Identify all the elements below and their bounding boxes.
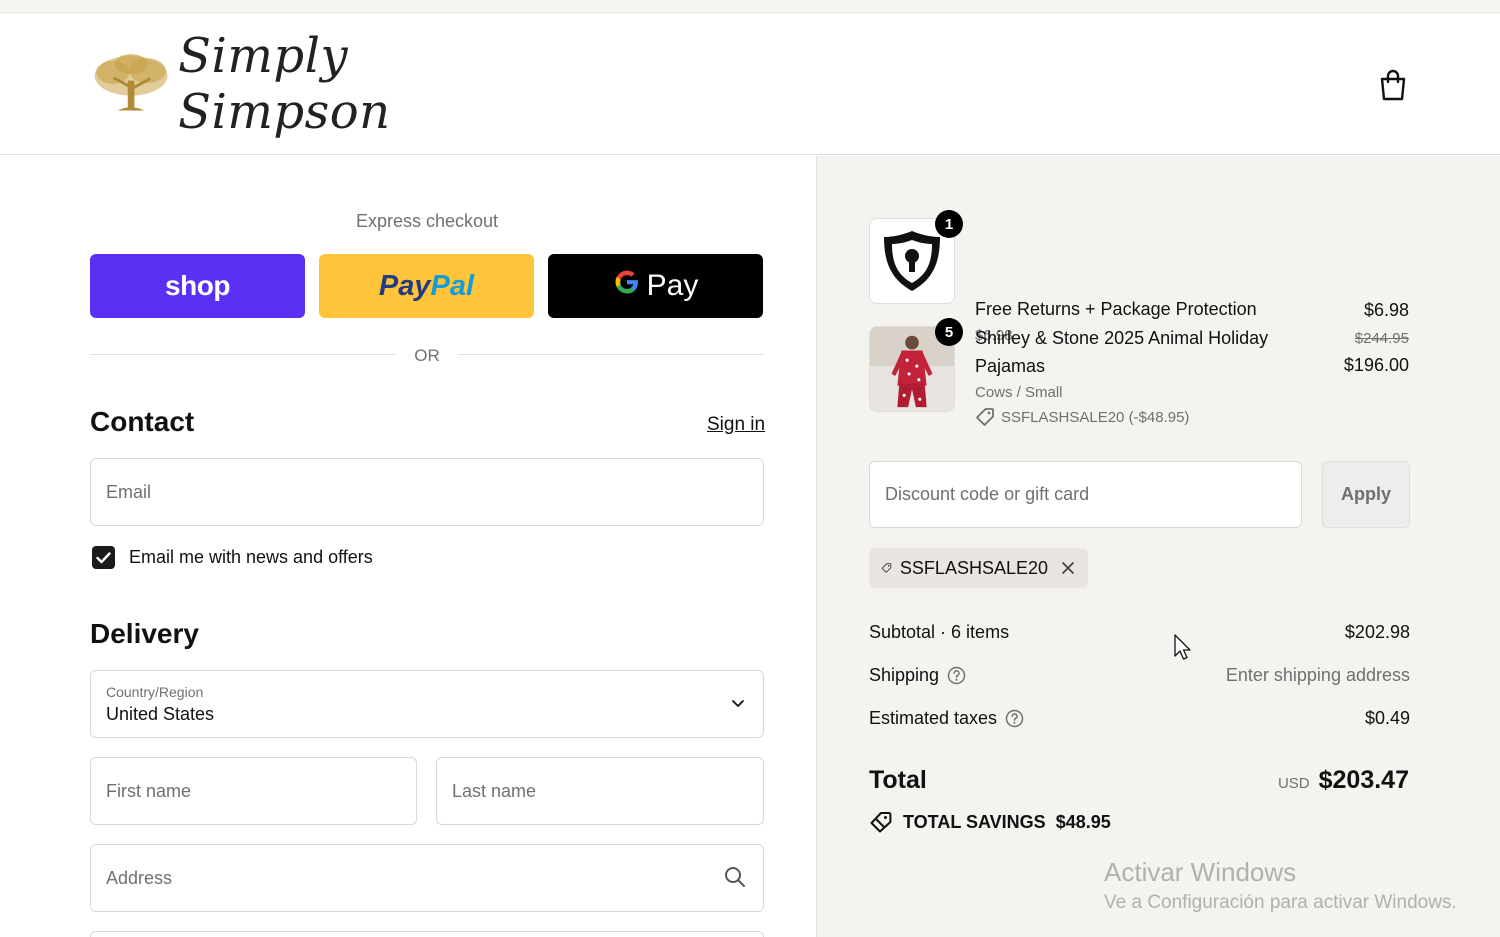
item-discount-text: SSFLASHSALE20 (-$48.95) bbox=[1001, 408, 1190, 426]
shop-pay-button[interactable]: shop bbox=[90, 254, 305, 318]
subtotal-value: $202.98 bbox=[1344, 622, 1410, 642]
checkout-form-column: Express checkout shop Pay Pal Pay OR Cont… bbox=[0, 156, 816, 937]
taxes-value: $0.49 bbox=[1364, 708, 1410, 728]
item-name: Free Returns + Package Protection bbox=[975, 299, 1257, 319]
country-select[interactable]: Country/Region United States bbox=[90, 670, 764, 738]
shield-lock-icon bbox=[884, 231, 940, 291]
google-g-icon bbox=[613, 268, 641, 304]
tag-icon bbox=[870, 812, 892, 833]
checkmark-icon bbox=[96, 551, 111, 563]
shipping-help-icon[interactable] bbox=[947, 666, 966, 685]
remove-discount-button[interactable] bbox=[1060, 560, 1076, 576]
paypal-label-pal: Pal bbox=[430, 269, 475, 302]
windows-activation-subtitle: Ve a Configuración para activar Windows. bbox=[1104, 892, 1457, 913]
taxes-help-icon[interactable] bbox=[1005, 709, 1024, 728]
discount-field[interactable] bbox=[869, 461, 1302, 528]
total-currency: USD bbox=[1277, 775, 1310, 792]
apply-discount-button[interactable]: Apply bbox=[1322, 461, 1410, 528]
google-pay-button[interactable]: Pay bbox=[548, 254, 763, 318]
subtotal-label: Subtotal · 6 items bbox=[869, 622, 1010, 642]
item-name-line2: Pajamas bbox=[975, 356, 1046, 376]
windows-activation-title: Activar Windows bbox=[1104, 857, 1297, 887]
item-quantity-badge: 1 bbox=[935, 210, 963, 238]
first-name-input[interactable] bbox=[91, 758, 416, 824]
taxes-label-wrap: Estimated taxes bbox=[869, 708, 1410, 729]
divider-left bbox=[90, 354, 396, 355]
newsletter-checkbox-row[interactable]: Email me with news and offers bbox=[92, 546, 373, 569]
item-original-price: $244.95 bbox=[1354, 330, 1409, 347]
browser-top-strip bbox=[0, 0, 1500, 13]
discount-input[interactable] bbox=[870, 462, 1301, 527]
mouse-pointer-icon bbox=[1174, 634, 1191, 660]
order-summary-column: 1 Free Returns + Package Protection $6.9… bbox=[816, 156, 1500, 937]
chevron-down-icon bbox=[732, 700, 744, 707]
country-value: United States bbox=[106, 704, 215, 724]
delivery-heading: Delivery bbox=[90, 618, 199, 649]
newsletter-label: Email me with news and offers bbox=[129, 547, 373, 567]
sign-in-link[interactable]: Sign in bbox=[707, 414, 765, 436]
item-discount: SSFLASHSALE20 (-$48.95) bbox=[975, 407, 1189, 427]
item-name-line1: Shirley & Stone 2025 Animal Holiday bbox=[975, 328, 1269, 348]
shipping-value: Enter shipping address bbox=[1225, 665, 1410, 685]
last-name-input[interactable] bbox=[437, 758, 763, 824]
country-label: Country/Region bbox=[106, 684, 204, 700]
total-savings: TOTAL SAVINGS $48.95 bbox=[869, 811, 1111, 833]
site-header: Simply Simpson bbox=[0, 13, 1500, 155]
paypal-label-pay: Pay bbox=[378, 269, 431, 302]
email-input[interactable] bbox=[91, 459, 763, 525]
shipping-row: Shipping Enter shipping address bbox=[869, 665, 1410, 686]
email-field[interactable] bbox=[90, 458, 764, 526]
cart-button[interactable] bbox=[1378, 68, 1408, 102]
newsletter-checkbox[interactable] bbox=[92, 546, 115, 569]
item-variant: Cows / Small bbox=[975, 384, 1063, 401]
first-name-field[interactable] bbox=[90, 757, 417, 825]
item-price: $196.00 bbox=[1343, 355, 1409, 375]
applied-discount-code: SSFLASHSALE20 bbox=[899, 557, 1048, 578]
brand-wordmark: Simply Simpson bbox=[178, 28, 391, 140]
item-quantity-badge: 5 bbox=[935, 318, 963, 346]
address-field[interactable] bbox=[90, 844, 764, 912]
total-value: $203.47 bbox=[1318, 766, 1409, 794]
google-pay-label: Pay bbox=[646, 269, 699, 302]
close-icon bbox=[1062, 562, 1074, 574]
tag-icon bbox=[976, 408, 994, 426]
address-input[interactable] bbox=[91, 845, 763, 911]
subtotal-row: Subtotal · 6 items $202.98 bbox=[869, 622, 1410, 643]
express-checkout-title: Express checkout bbox=[355, 211, 499, 231]
brand-logo[interactable]: Simply Simpson bbox=[88, 28, 508, 140]
taxes-row: Estimated taxes $0.49 bbox=[869, 708, 1410, 729]
tag-icon bbox=[881, 563, 892, 573]
order-item: 1 Free Returns + Package Protection $6.9… bbox=[869, 210, 1409, 344]
paypal-button[interactable]: Pay Pal bbox=[319, 254, 534, 318]
search-icon[interactable] bbox=[723, 865, 747, 889]
or-divider-text: OR bbox=[414, 346, 440, 365]
shopping-bag-icon bbox=[1380, 69, 1406, 101]
taxes-label: Estimated taxes bbox=[869, 708, 998, 728]
total-amount: USD $203.47 bbox=[1278, 766, 1409, 795]
next-field-partial[interactable] bbox=[90, 931, 764, 937]
tree-logo-icon bbox=[94, 54, 168, 111]
savings-value: $48.95 bbox=[1055, 811, 1111, 832]
divider-right bbox=[458, 354, 764, 355]
shop-pay-label: shop bbox=[165, 270, 230, 301]
total-label: Total bbox=[869, 766, 927, 794]
savings-label: TOTAL SAVINGS bbox=[903, 811, 1046, 832]
shipping-label: Shipping bbox=[869, 665, 940, 685]
applied-discount-chip: SSFLASHSALE20 bbox=[869, 548, 1088, 588]
contact-heading: Contact bbox=[90, 406, 195, 437]
item-price: $6.98 bbox=[1363, 300, 1409, 320]
last-name-field[interactable] bbox=[436, 757, 764, 825]
